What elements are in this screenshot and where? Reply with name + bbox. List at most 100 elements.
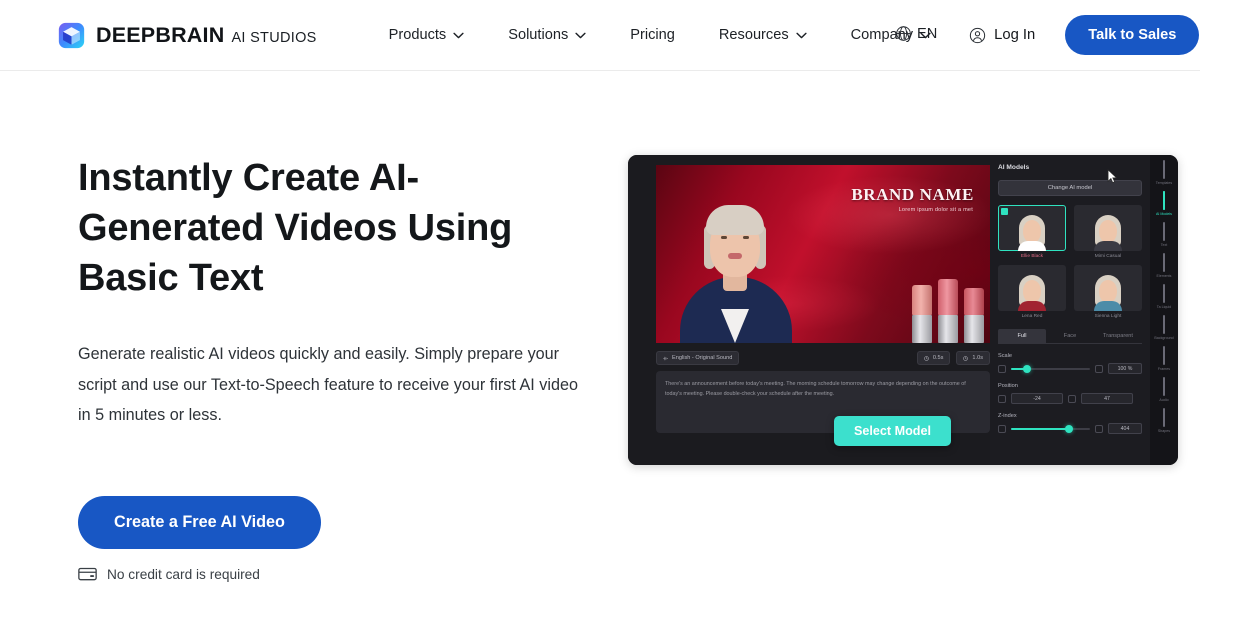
total-duration-label: 1.0s xyxy=(972,355,983,361)
video-canvas[interactable]: BRAND NAME Lorem ipsum dolor sit a met xyxy=(656,165,990,343)
chevron-down-icon xyxy=(575,32,586,38)
nav-item-resources[interactable]: Resources xyxy=(697,19,829,51)
rail-item-ai-models[interactable]: AI Models xyxy=(1152,191,1176,216)
text-icon xyxy=(1163,222,1165,241)
ai-model-card[interactable]: Lena Red xyxy=(998,265,1066,319)
duration-chip-label: 0.5s xyxy=(932,355,944,361)
login-label: Log In xyxy=(994,27,1036,43)
no-credit-card-note: No credit card is required xyxy=(78,567,618,582)
ai-model-label: Sienna Light xyxy=(1094,314,1122,319)
lipstick-products xyxy=(912,279,984,343)
user-circle-icon xyxy=(969,27,986,43)
ai-avatar-presenter[interactable] xyxy=(674,171,796,343)
position-control: Position -24 47 xyxy=(998,383,1142,404)
rail-label: Text xyxy=(1160,243,1168,247)
brand-logo[interactable]: DEEPBRAIN AI STUDIOS xyxy=(58,22,317,49)
rail-item-elements[interactable]: Elements xyxy=(1152,253,1176,278)
rail-item-frames[interactable]: Frames xyxy=(1152,346,1176,371)
nav-label-pricing: Pricing xyxy=(630,27,675,43)
scale-reset-icon[interactable] xyxy=(1095,364,1103,373)
zindex-reset-icon[interactable] xyxy=(1095,424,1103,433)
tab-full[interactable]: Full xyxy=(998,329,1046,343)
hero-description: Generate realistic AI videos quickly and… xyxy=(78,345,578,424)
clock-icon xyxy=(963,355,969,361)
zindex-slider[interactable] xyxy=(1011,424,1090,433)
zindex-lock-icon xyxy=(998,424,1006,433)
rail-item-background[interactable]: Background xyxy=(1152,315,1176,340)
voice-chip[interactable]: English - Original Sound xyxy=(656,351,740,365)
talk-to-sales-button[interactable]: Talk to Sales xyxy=(1065,15,1200,55)
ai-models-panel: AI Models Change AI model Ellie Black Mi… xyxy=(990,155,1150,465)
rail-item-image[interactable]: Ta Liquid xyxy=(1152,284,1176,309)
ai-model-card[interactable]: Sienna Light xyxy=(1074,265,1142,319)
site-header: DEEPBRAIN AI STUDIOS Products Solutions … xyxy=(0,0,1200,71)
nav-item-solutions[interactable]: Solutions xyxy=(486,19,608,51)
scale-label: Scale xyxy=(998,353,1012,359)
rail-label: Ta Liquid xyxy=(1156,305,1172,309)
ai-model-label: Mimi Casual xyxy=(1094,254,1122,259)
ai-model-grid: Ellie Black Mimi Casual Lena Red Sienna … xyxy=(998,205,1142,319)
duration-chip[interactable]: 0.5s xyxy=(916,351,951,365)
rail-item-text[interactable]: Text xyxy=(1152,222,1176,247)
stage-toolbar: English - Original Sound 0.5s 1.0s xyxy=(656,347,990,369)
total-duration-chip[interactable]: 1.0s xyxy=(956,351,990,365)
zindex-label: Z-index xyxy=(998,413,1017,419)
brand-name: DEEPBRAIN xyxy=(96,22,225,47)
change-ai-model-button[interactable]: Change AI model xyxy=(998,180,1142,196)
position-y-icon xyxy=(1068,394,1076,403)
editor-window: BRAND NAME Lorem ipsum dolor sit a met E… xyxy=(628,155,1178,465)
ai-model-label: Lena Red xyxy=(1021,314,1043,319)
position-x-value[interactable]: -24 xyxy=(1011,393,1063,404)
zindex-control: Z-index 404 xyxy=(998,413,1142,434)
image-icon xyxy=(1163,284,1165,303)
frames-icon xyxy=(1163,346,1165,365)
scale-value[interactable]: 100 % xyxy=(1108,363,1142,374)
rail-item-audio[interactable]: Audio xyxy=(1152,377,1176,402)
audio-icon xyxy=(1163,377,1165,396)
nav-item-products[interactable]: Products xyxy=(377,19,487,51)
create-free-ai-video-button[interactable]: Create a Free AI Video xyxy=(78,495,321,549)
rail-item-templates[interactable]: Templates xyxy=(1152,160,1176,185)
nav-item-pricing[interactable]: Pricing xyxy=(608,19,697,51)
mouse-cursor-icon xyxy=(1107,169,1118,184)
rail-item-shapes[interactable]: Shapes xyxy=(1152,408,1176,433)
rail-label: Frames xyxy=(1157,367,1171,371)
position-y-value[interactable]: 47 xyxy=(1081,393,1133,404)
select-model-button[interactable]: Select Model xyxy=(834,416,951,446)
background-icon xyxy=(1163,315,1165,334)
selected-indicator-icon xyxy=(1001,208,1008,215)
tool-rail: Templates AI Models Text Elements Ta Liq… xyxy=(1150,155,1178,465)
hero-copy: Instantly Create AI-Generated Videos Usi… xyxy=(78,153,618,582)
hero-section: Instantly Create AI-Generated Videos Usi… xyxy=(0,153,1250,582)
shapes-icon xyxy=(1163,408,1165,427)
duration-chips: 0.5s 1.0s xyxy=(916,351,990,365)
ai-model-card[interactable]: Mimi Casual xyxy=(1074,205,1142,259)
rail-label: Shapes xyxy=(1157,429,1171,433)
ai-model-card[interactable]: Ellie Black xyxy=(998,205,1066,259)
language-selector[interactable]: EN xyxy=(895,25,937,42)
lipstick-item xyxy=(912,285,932,343)
rail-label: Elements xyxy=(1156,274,1172,278)
credit-card-icon xyxy=(78,567,97,581)
tab-face[interactable]: Face xyxy=(1046,329,1094,343)
templates-icon xyxy=(1163,160,1165,179)
tab-transparent[interactable]: Transparent xyxy=(1094,329,1142,343)
chevron-down-icon xyxy=(453,32,464,38)
page-title: Instantly Create AI-Generated Videos Usi… xyxy=(78,157,513,299)
lipstick-item xyxy=(938,279,958,343)
zindex-value[interactable]: 404 xyxy=(1108,423,1142,434)
ai-model-icon xyxy=(1163,191,1165,210)
rail-label: AI Models xyxy=(1156,212,1172,216)
no-credit-card-label: No credit card is required xyxy=(107,566,260,582)
scale-slider[interactable] xyxy=(1011,364,1090,373)
nav-label-resources: Resources xyxy=(718,27,789,43)
globe-icon xyxy=(896,26,911,41)
ai-model-label: Ellie Black xyxy=(1020,254,1044,259)
product-mockup: BRAND NAME Lorem ipsum dolor sit a met E… xyxy=(628,155,1178,582)
rail-label: Background xyxy=(1154,336,1174,340)
panel-title: AI Models xyxy=(998,164,1030,171)
scale-lock-icon xyxy=(998,364,1006,373)
canvas-brand-name: BRAND NAME xyxy=(851,185,974,204)
position-x-icon xyxy=(998,394,1006,403)
login-button[interactable]: Log In xyxy=(953,19,1051,52)
